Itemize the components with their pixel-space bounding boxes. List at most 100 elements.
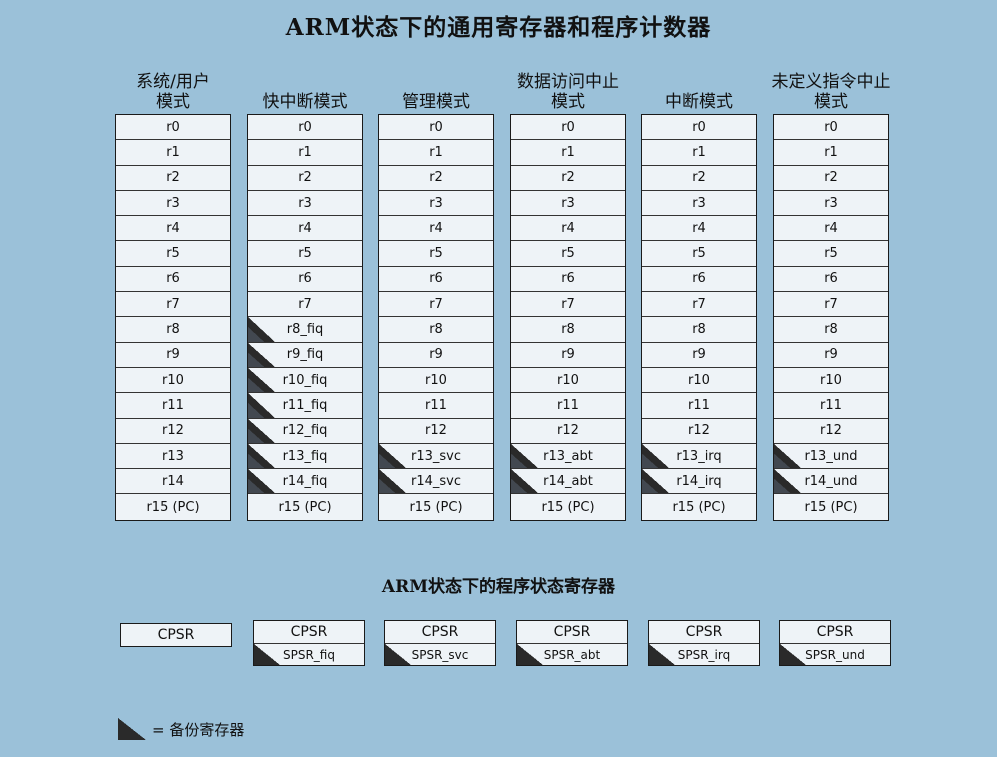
register-cell: r10 bbox=[642, 368, 756, 394]
register-cell: r4 bbox=[248, 216, 362, 242]
register-label: r6 bbox=[561, 271, 575, 287]
register-label: r3 bbox=[298, 195, 312, 211]
register-label: r2 bbox=[561, 170, 575, 186]
register-label: r9 bbox=[429, 347, 443, 363]
register-cell: r15 (PC) bbox=[248, 494, 362, 519]
register-cell: r10 bbox=[116, 368, 230, 394]
banked-register-triangle-icon bbox=[248, 317, 275, 342]
legend: = 备份寄存器 bbox=[118, 718, 244, 740]
diagram-title: ARM状态下的通用寄存器和程序计数器 bbox=[285, 14, 712, 41]
mode-heading-line: 管理模式 bbox=[402, 92, 470, 112]
register-cell: r8 bbox=[379, 317, 493, 343]
banked-register-triangle-icon bbox=[248, 393, 275, 418]
banked-register-triangle-icon bbox=[642, 469, 669, 494]
register-cell: r7 bbox=[642, 292, 756, 318]
register-cell: r4 bbox=[642, 216, 756, 242]
register-label: r13_und bbox=[804, 448, 858, 464]
mode-heading-line: 模式 bbox=[814, 92, 848, 112]
register-cell: r6 bbox=[774, 267, 888, 293]
register-label: r13_svc bbox=[410, 448, 461, 464]
register-cell: r12 bbox=[379, 419, 493, 444]
register-cell: r3 bbox=[248, 191, 362, 217]
register-label: r1 bbox=[561, 144, 575, 160]
mode-heading-line: 模式 bbox=[551, 92, 585, 112]
register-cell: r9 bbox=[511, 343, 625, 368]
register-cell: r0 bbox=[248, 115, 362, 141]
register-cell: r13_und bbox=[774, 443, 888, 470]
register-cell: r1 bbox=[248, 140, 362, 166]
banked-register-triangle-icon bbox=[642, 443, 669, 469]
cpsr-label: CPSR bbox=[421, 624, 459, 640]
mode-heading-line: 中断模式 bbox=[665, 92, 733, 112]
legend-text: = 备份寄存器 bbox=[152, 720, 245, 739]
banked-register-triangle-icon bbox=[385, 644, 411, 665]
register-table: r0 r1 r2 r3 r4 r5 r6 r7 r8 r9 r10 r11 r12 r13_und r14_… bbox=[773, 114, 889, 521]
register-cell: r4 bbox=[511, 216, 625, 242]
register-cell: r10_fiq bbox=[248, 367, 362, 394]
spsr-cell: SPSR_abt bbox=[517, 643, 627, 665]
register-column: 数据访问中止 模式 r0 r1 r2 r3 r4 r5 r6 r7 r8 r9 r10 r11 r12 r13… bbox=[510, 62, 626, 521]
register-cell: r8_fiq bbox=[248, 317, 362, 343]
mode-heading-line: 数据访问中止 bbox=[517, 72, 619, 92]
register-label: r15 (PC) bbox=[409, 499, 463, 515]
register-label: r0 bbox=[298, 119, 312, 135]
register-label: r1 bbox=[824, 144, 838, 160]
mode-heading-line: 未定义指令中止 bbox=[771, 72, 891, 92]
register-label: r12 bbox=[425, 423, 447, 439]
register-cell: r15 (PC) bbox=[642, 494, 756, 519]
register-cell: r13 bbox=[116, 444, 230, 470]
status-registers-title: ARM状态下的程序状态寄存器 bbox=[381, 577, 616, 597]
register-cell: r7 bbox=[116, 292, 230, 318]
register-cell: r2 bbox=[774, 166, 888, 191]
register-label: r13 bbox=[162, 448, 184, 464]
register-cell: r14_abt bbox=[511, 469, 625, 495]
register-label: r8 bbox=[824, 322, 838, 338]
register-cell: r3 bbox=[774, 191, 888, 217]
spsr-label: SPSR_fiq bbox=[283, 647, 335, 662]
banked-register-triangle-icon bbox=[379, 469, 406, 494]
register-cell: r5 bbox=[774, 241, 888, 267]
register-cell: r7 bbox=[774, 292, 888, 318]
banked-register-triangle-icon bbox=[248, 469, 275, 494]
register-label: r8 bbox=[166, 322, 180, 338]
register-label: r2 bbox=[166, 170, 180, 186]
mode-heading: 中断模式 bbox=[641, 62, 757, 114]
mode-heading: 管理模式 bbox=[378, 62, 494, 114]
register-cell: r8 bbox=[511, 317, 625, 343]
register-cell: r15 (PC) bbox=[116, 494, 230, 519]
spsr-cell: SPSR_irq bbox=[649, 643, 759, 665]
register-cell: r12 bbox=[642, 419, 756, 444]
banked-register-triangle-icon bbox=[248, 342, 275, 368]
register-cell: r12_fiq bbox=[248, 418, 362, 444]
mode-heading: 快中断模式 bbox=[247, 62, 363, 114]
register-cell: r2 bbox=[248, 166, 362, 191]
cpsr-label: CPSR bbox=[157, 627, 195, 643]
register-cell: r2 bbox=[379, 166, 493, 191]
register-column: 系统/用户 模式 r0 r1 r2 r3 r4 r5 r6 r7 r8 r9 r10 r11 r12 r13 r… bbox=[115, 62, 231, 521]
mode-heading: 系统/用户 模式 bbox=[115, 62, 231, 114]
register-cell: r12 bbox=[774, 419, 888, 444]
register-cell: r4 bbox=[774, 216, 888, 242]
register-label: r9 bbox=[561, 347, 575, 363]
register-cell: r5 bbox=[379, 241, 493, 267]
register-label: r14_svc bbox=[410, 473, 461, 489]
register-cell: r5 bbox=[248, 241, 362, 267]
register-label: r6 bbox=[166, 271, 180, 287]
register-label: r15 (PC) bbox=[541, 499, 595, 515]
register-cell: r11 bbox=[379, 393, 493, 419]
register-label: r15 (PC) bbox=[146, 499, 200, 515]
register-label: r13_irq bbox=[676, 448, 722, 464]
register-label: r1 bbox=[429, 144, 443, 160]
mode-heading-line: 快中断模式 bbox=[262, 92, 348, 112]
register-label: r3 bbox=[429, 195, 443, 211]
mode-heading-line: 模式 bbox=[156, 92, 190, 112]
register-label: r6 bbox=[824, 271, 838, 287]
register-label: r11 bbox=[557, 397, 579, 413]
register-label: r2 bbox=[298, 170, 312, 186]
register-label: r15 (PC) bbox=[278, 499, 332, 515]
status-register-box: CPSR SPSR_svc bbox=[384, 620, 496, 666]
register-cell: r6 bbox=[379, 267, 493, 293]
register-cell: r6 bbox=[511, 267, 625, 293]
banked-register-triangle-icon bbox=[118, 718, 146, 740]
register-cell: r1 bbox=[511, 140, 625, 166]
